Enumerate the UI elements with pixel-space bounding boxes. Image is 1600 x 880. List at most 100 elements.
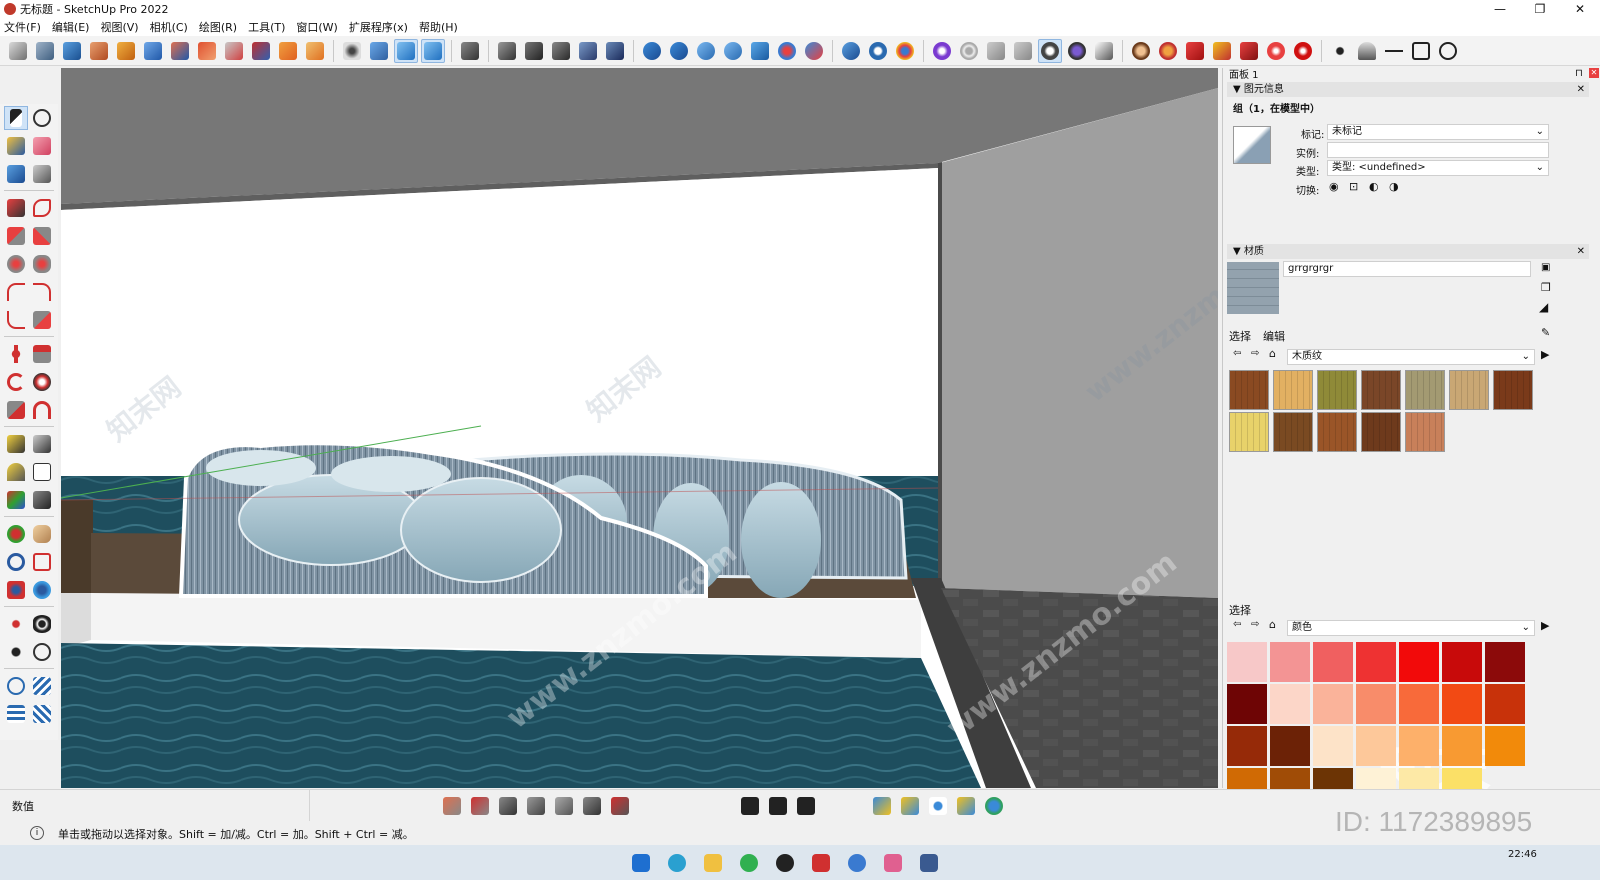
panel-close-icon[interactable]: ✕ [1577, 244, 1585, 259]
bt-grid[interactable] [738, 794, 762, 818]
arc2-tool[interactable] [30, 280, 54, 304]
info-icon[interactable]: i [30, 826, 44, 840]
tab-edit[interactable]: 编辑 [1263, 328, 1285, 344]
color-swatch[interactable] [1313, 684, 1353, 724]
offset-tool[interactable] [30, 398, 54, 422]
app-icon[interactable] [884, 854, 902, 872]
tb-video[interactable] [984, 39, 1008, 63]
tb-style-hidden[interactable] [549, 39, 573, 63]
instance-input[interactable] [1327, 142, 1549, 158]
color-swatch[interactable] [1227, 642, 1267, 682]
bt-model[interactable] [794, 794, 818, 818]
color-swatch[interactable] [1313, 642, 1353, 682]
bt-ruler[interactable] [954, 794, 978, 818]
materials-library-dropdown[interactable]: 木质纹 ⌄ [1287, 349, 1535, 365]
sandbox-scratch-tool[interactable] [30, 674, 54, 698]
pin-icon[interactable]: ⊓ [1575, 68, 1583, 79]
details-arrow-icon[interactable]: ▶ [1541, 619, 1549, 632]
menu-tools[interactable]: 工具(T) [248, 19, 285, 35]
eye-icon[interactable]: ◉ [1329, 180, 1339, 193]
tb-image[interactable] [1210, 39, 1234, 63]
tb-style-textured[interactable] [603, 39, 627, 63]
dimension-tool[interactable] [30, 432, 54, 456]
tb-settings[interactable] [866, 39, 890, 63]
tb-line[interactable] [1382, 39, 1406, 63]
bt-top[interactable] [468, 794, 492, 818]
tb-solid-subtract[interactable] [168, 39, 192, 63]
wood-swatch[interactable] [1449, 370, 1489, 410]
color-swatch[interactable] [1442, 726, 1482, 766]
qq-icon[interactable] [776, 854, 794, 872]
tb-cube[interactable] [1092, 39, 1116, 63]
bt-back[interactable] [552, 794, 576, 818]
tb-help[interactable] [1291, 39, 1315, 63]
menu-extensions[interactable]: 扩展程序(x) [349, 19, 408, 35]
edge-icon[interactable] [668, 854, 686, 872]
menu-view[interactable]: 视图(V) [100, 19, 138, 35]
look-around-tool[interactable] [30, 612, 54, 636]
menu-help[interactable]: 帮助(H) [419, 19, 458, 35]
tb-check[interactable] [802, 39, 826, 63]
tb-cross-tool[interactable] [222, 39, 246, 63]
shadow-cast-icon[interactable]: ◐ [1369, 180, 1379, 193]
smoove-tool[interactable] [4, 702, 28, 726]
color-swatch[interactable] [1442, 684, 1482, 724]
color-swatch[interactable] [1356, 726, 1396, 766]
modeling-viewport[interactable]: www.znzmo.com www.znzmo.com www.znzmo.co… [61, 68, 1218, 788]
rectangle-tool[interactable] [4, 224, 28, 248]
tb-ai-assistant[interactable] [1264, 39, 1288, 63]
tb-book[interactable] [1183, 39, 1207, 63]
color-swatch[interactable] [1399, 642, 1439, 682]
tb-badge[interactable] [1065, 39, 1089, 63]
details-arrow-icon[interactable]: ▶ [1541, 348, 1549, 361]
wood-swatch[interactable] [1361, 370, 1401, 410]
wood-swatch[interactable] [1229, 412, 1269, 452]
bt-left[interactable] [580, 794, 604, 818]
tb-manual[interactable] [1237, 39, 1261, 63]
section-tool[interactable] [30, 640, 54, 664]
back-icon[interactable]: ⇦ [1233, 348, 1241, 359]
entity-info-header[interactable]: ▼ 图元信息 ✕ [1227, 82, 1589, 97]
tb-cloud-upload[interactable] [694, 39, 718, 63]
wood-swatch[interactable] [1317, 370, 1357, 410]
eraser-tool[interactable] [30, 134, 54, 158]
tb-follow-me[interactable] [60, 39, 84, 63]
tb-section-fill[interactable] [421, 38, 445, 63]
bt-pointer[interactable] [870, 794, 894, 818]
color-swatch[interactable] [1356, 684, 1396, 724]
tb-camera[interactable] [1011, 39, 1035, 63]
type-dropdown[interactable]: 类型: <undefined> ⌄ [1327, 160, 1549, 176]
line-tool[interactable] [4, 196, 28, 220]
menu-file[interactable]: 文件(F) [4, 19, 41, 35]
start-icon[interactable] [632, 854, 650, 872]
tb-dot[interactable] [1328, 39, 1352, 63]
tb-section-plane[interactable] [367, 39, 391, 63]
menu-camera[interactable]: 相机(C) [150, 19, 188, 35]
zoom-window-tool[interactable] [30, 550, 54, 574]
pan-tool[interactable] [30, 522, 54, 546]
tb-plugin-p[interactable] [930, 39, 954, 63]
color-swatch[interactable] [1270, 684, 1310, 724]
component-tool[interactable] [4, 162, 28, 186]
tb-offset[interactable] [303, 39, 327, 63]
tab-select[interactable]: 选择 [1229, 328, 1251, 344]
arc3-tool[interactable] [4, 308, 28, 332]
polygon-tool[interactable] [30, 252, 54, 276]
color-swatch[interactable] [1485, 642, 1525, 682]
color-swatch[interactable] [1356, 642, 1396, 682]
wood-swatch[interactable] [1405, 412, 1445, 452]
color-swatch[interactable] [1227, 726, 1267, 766]
tb-share[interactable] [667, 39, 691, 63]
wechat-icon[interactable] [740, 854, 758, 872]
measurements-box[interactable]: 数值 [0, 790, 310, 821]
wood-swatch[interactable] [1493, 370, 1533, 410]
follow-me-tool[interactable] [30, 370, 54, 394]
tb-solid-union[interactable] [141, 39, 165, 63]
rotate-tool[interactable] [4, 370, 28, 394]
tb-cloud-sync[interactable] [721, 39, 745, 63]
tb-display-section[interactable] [394, 38, 418, 63]
tb-move[interactable] [340, 39, 364, 63]
home-icon[interactable]: ⌂ [1269, 618, 1276, 631]
tb-scale[interactable] [276, 39, 300, 63]
tb-push-pull[interactable] [195, 39, 219, 63]
